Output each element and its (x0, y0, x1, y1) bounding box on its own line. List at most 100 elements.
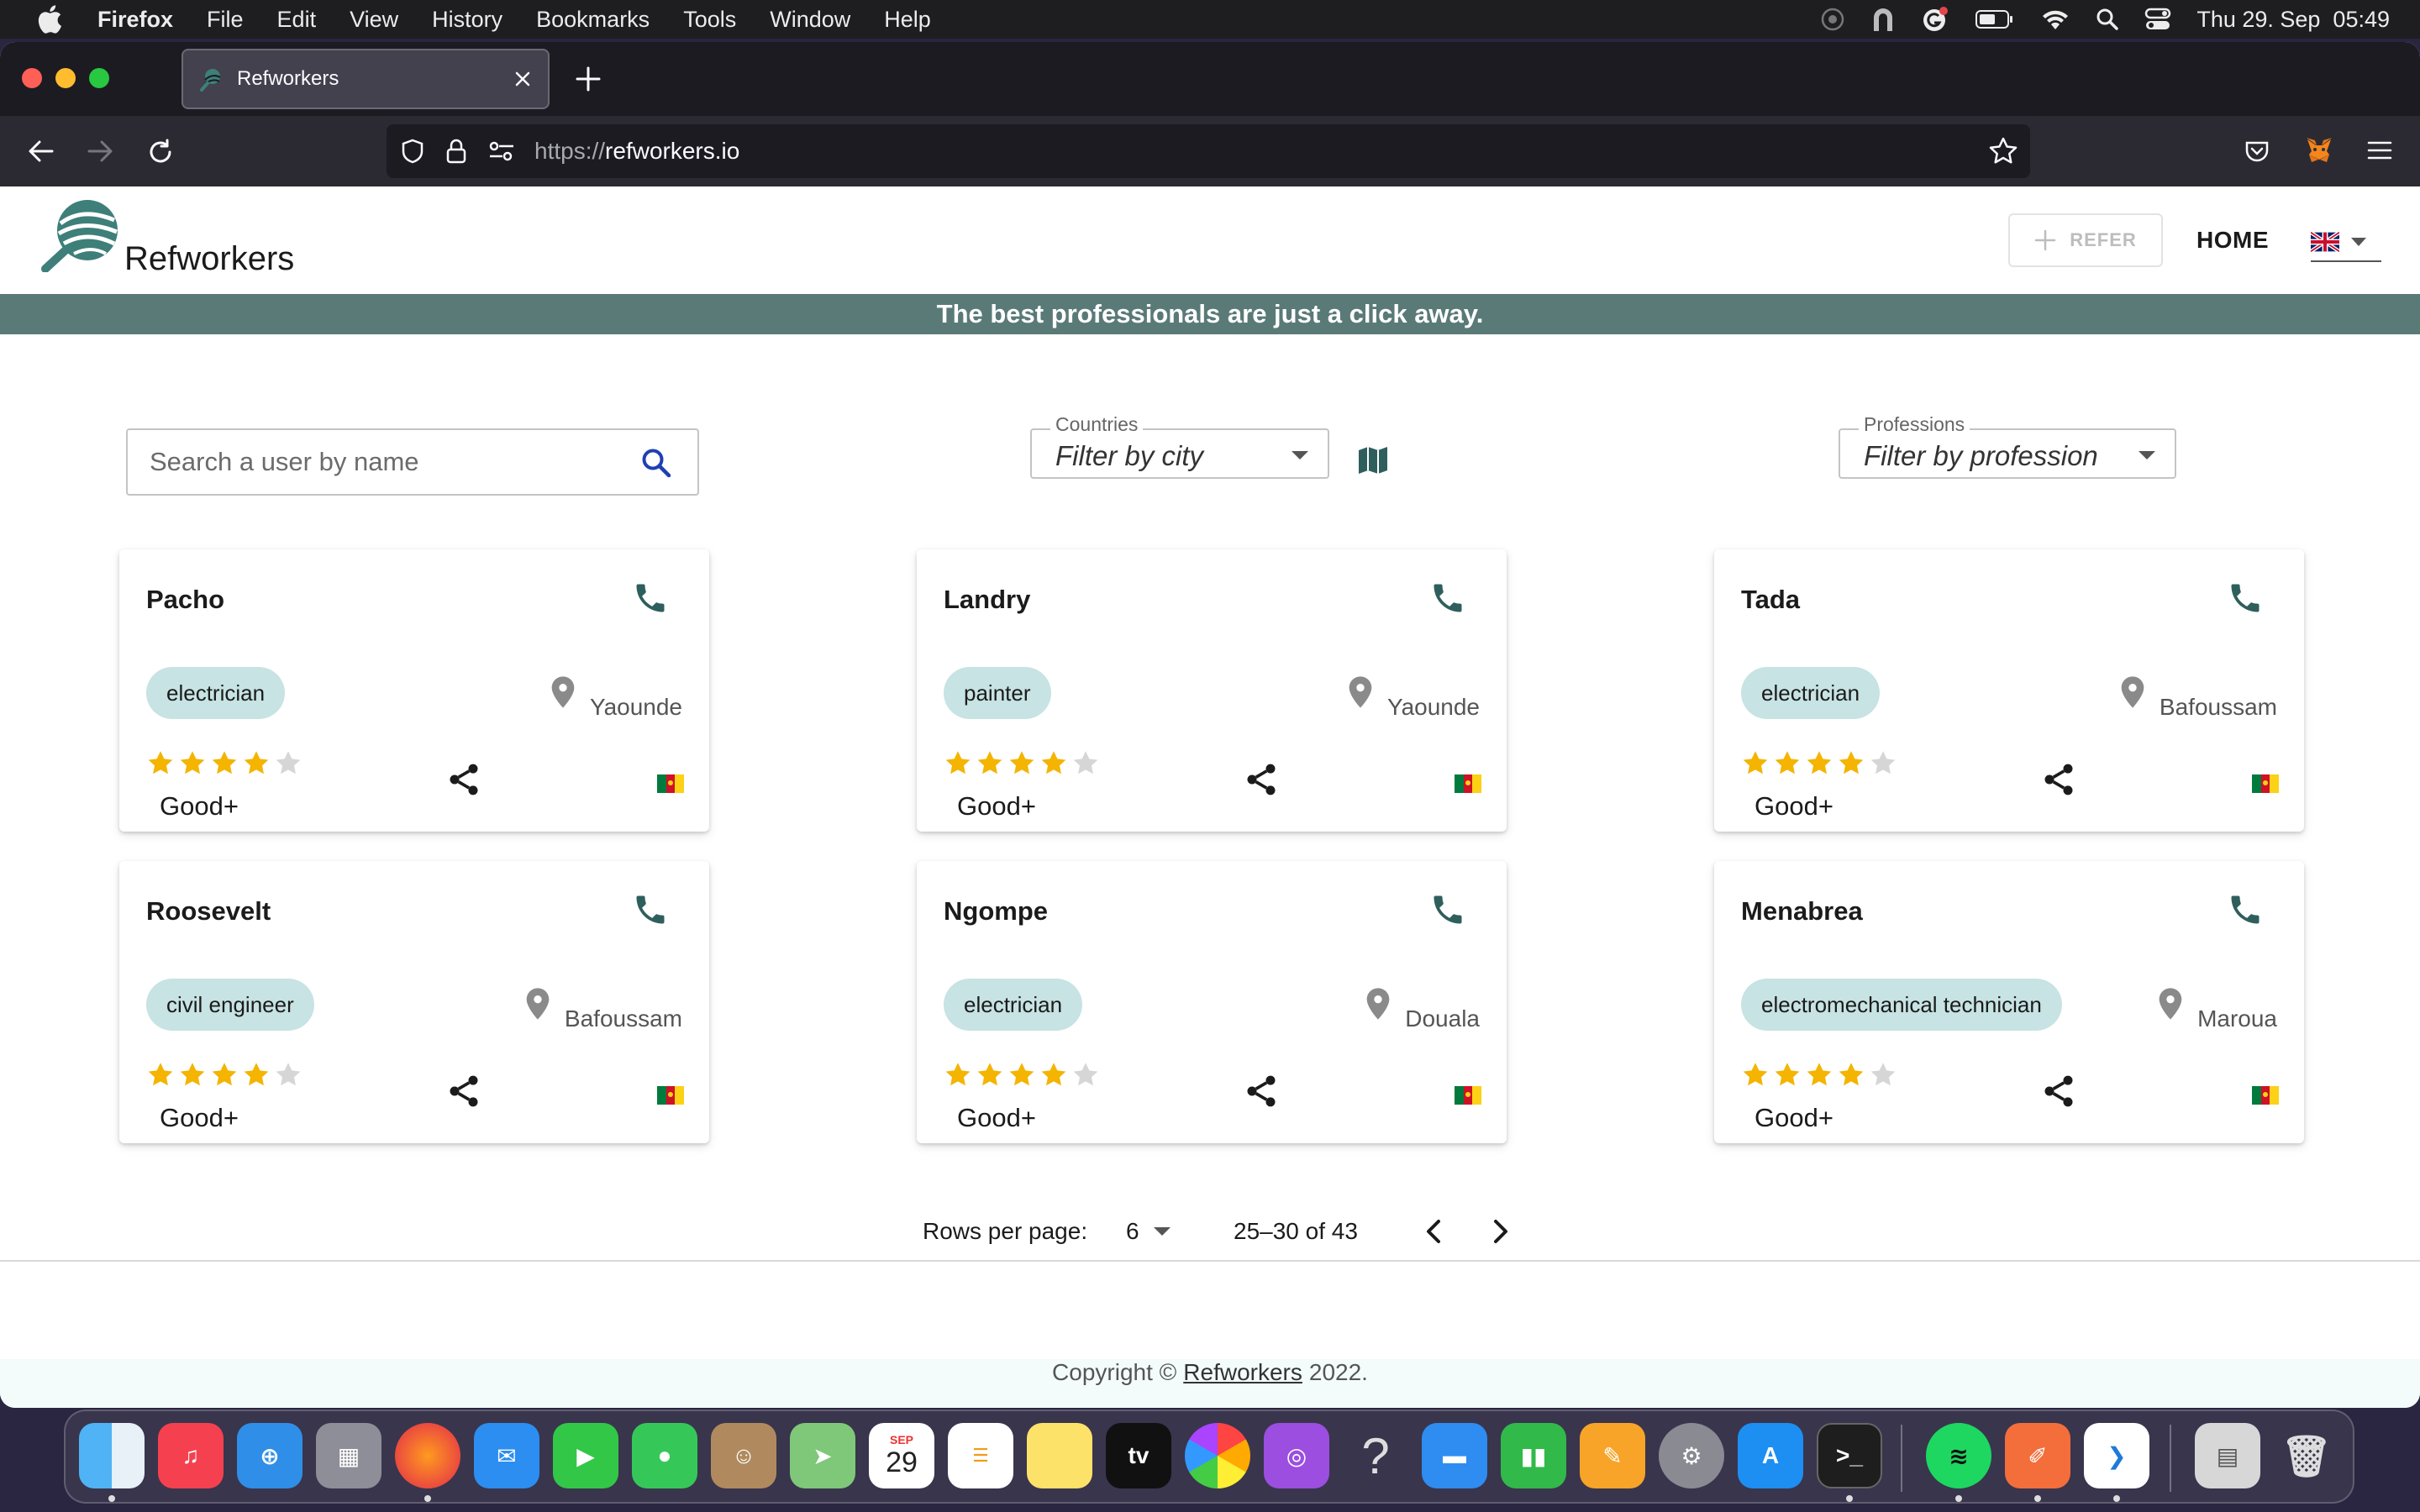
podcasts-icon[interactable]: ◎ (1264, 1423, 1329, 1488)
profession-filter-select[interactable]: Professions Filter by profession (1839, 413, 2176, 479)
trash-icon[interactable]: 🗑 (2274, 1423, 2339, 1488)
maps-icon[interactable]: ➤ (790, 1423, 855, 1488)
forward-arrow-icon[interactable] (86, 138, 114, 165)
postman-icon[interactable]: ✐ (2005, 1423, 2070, 1488)
menu-help[interactable]: Help (884, 7, 931, 33)
messages-icon[interactable]: ● (632, 1423, 697, 1488)
phone-icon[interactable] (1429, 891, 1466, 928)
search-icon[interactable] (640, 447, 672, 479)
home-link[interactable]: HOME (2196, 227, 2269, 254)
screen-record-icon[interactable] (1820, 7, 1845, 32)
phone-icon[interactable] (632, 580, 669, 617)
refer-button[interactable]: REFER (2008, 213, 2163, 267)
app-store-icon[interactable]: A (1738, 1423, 1803, 1488)
share-icon[interactable] (1243, 1073, 1280, 1110)
worker-card[interactable]: Pacho electrician Yaounde Good+ (119, 549, 709, 832)
battery-icon[interactable] (1975, 8, 2015, 30)
spotlight-search-icon[interactable] (2096, 8, 2119, 31)
reminders-icon[interactable]: ☰ (948, 1423, 1013, 1488)
rows-per-page-select[interactable]: 6 (1126, 1218, 1139, 1245)
new-tab-plus-icon[interactable] (575, 66, 602, 92)
calendar-icon[interactable]: SEP 29 (869, 1423, 934, 1488)
pocket-icon[interactable] (2244, 138, 2270, 165)
brand-name[interactable]: Refworkers (124, 240, 294, 278)
share-icon[interactable] (1243, 761, 1280, 798)
worker-name[interactable]: Roosevelt (146, 896, 271, 927)
menu-window[interactable]: Window (770, 7, 850, 33)
profession-chip[interactable]: electrician (146, 667, 286, 719)
language-selector[interactable] (2311, 223, 2381, 262)
map-icon[interactable] (1356, 444, 1390, 477)
metamask-fox-icon[interactable] (2304, 134, 2334, 165)
system-preferences-icon[interactable]: ⚙ (1659, 1423, 1724, 1488)
minimize-window-button[interactable] (55, 68, 76, 88)
worker-card[interactable]: Landry painter Yaounde Good+ (917, 549, 1507, 832)
address-bar[interactable]: https://refworkers.io (387, 124, 2030, 178)
url-text[interactable]: https://refworkers.io (534, 138, 739, 165)
finder-icon[interactable] (79, 1423, 145, 1488)
refworkers-logo-icon[interactable] (40, 195, 124, 272)
worker-name[interactable]: Pacho (146, 585, 224, 615)
spotify-icon[interactable]: ≋ (1926, 1423, 1991, 1488)
profession-chip[interactable]: electrician (1741, 667, 1881, 719)
menu-edit[interactable]: Edit (277, 7, 317, 33)
worker-name[interactable]: Menabrea (1741, 896, 1863, 927)
profession-chip[interactable]: civil engineer (146, 979, 314, 1031)
city-filter-select[interactable]: Countries Filter by city (1030, 413, 1329, 479)
downloads-stack-icon[interactable]: ▤ (2195, 1423, 2260, 1488)
bookmark-star-icon[interactable] (1988, 136, 2018, 166)
launchpad-icon[interactable]: ▦ (316, 1423, 381, 1488)
help-icon[interactable]: ? (1343, 1423, 1408, 1488)
share-icon[interactable] (2040, 1073, 2077, 1110)
back-arrow-icon[interactable] (27, 138, 55, 165)
keynote-icon[interactable]: ▬ (1422, 1423, 1487, 1488)
search-input[interactable] (150, 447, 620, 477)
reload-icon[interactable] (146, 138, 175, 166)
menu-bookmarks[interactable]: Bookmarks (536, 7, 650, 33)
pages-icon[interactable]: ✎ (1580, 1423, 1645, 1488)
search-user-field[interactable] (126, 428, 699, 496)
apple-icon[interactable] (30, 0, 69, 39)
hamburger-menu-icon[interactable] (2366, 138, 2393, 163)
wifi-icon[interactable] (2040, 8, 2070, 31)
phone-icon[interactable] (2227, 891, 2264, 928)
vpn-icon[interactable] (1870, 6, 1896, 33)
grammarly-icon[interactable] (1921, 5, 1949, 34)
photos-icon[interactable] (1185, 1423, 1250, 1488)
share-icon[interactable] (445, 761, 482, 798)
menu-history[interactable]: History (432, 7, 502, 33)
contacts-icon[interactable]: ☺ (711, 1423, 776, 1488)
next-page-icon[interactable] (1486, 1215, 1516, 1248)
profession-chip[interactable]: electromechanical technician (1741, 979, 2062, 1031)
close-tab-icon[interactable] (511, 67, 534, 91)
worker-name[interactable]: Tada (1741, 585, 1800, 615)
apple-tv-icon[interactable]: tv (1106, 1423, 1171, 1488)
notes-icon[interactable] (1027, 1423, 1092, 1488)
browser-tab-refworkers[interactable]: Refworkers (182, 49, 550, 109)
zoom-window-button[interactable] (89, 68, 109, 88)
vscode-icon[interactable]: ❯ (2084, 1423, 2149, 1488)
facetime-icon[interactable]: ▶ (553, 1423, 618, 1488)
menu-tools[interactable]: Tools (683, 7, 736, 33)
terminal-icon[interactable]: >_ (1817, 1423, 1882, 1488)
worker-name[interactable]: Landry (944, 585, 1030, 615)
menu-app-name[interactable]: Firefox (97, 7, 173, 33)
permissions-icon[interactable] (487, 139, 516, 164)
firefox-icon[interactable] (395, 1423, 460, 1488)
profession-chip[interactable]: electrician (944, 979, 1083, 1031)
tracking-shield-icon[interactable] (400, 138, 425, 165)
close-window-button[interactable] (22, 68, 42, 88)
previous-page-icon[interactable] (1418, 1215, 1449, 1248)
menu-file[interactable]: File (207, 7, 244, 33)
share-icon[interactable] (445, 1073, 482, 1110)
menubar-clock[interactable]: Thu 29. Sep 05:49 (2196, 7, 2390, 33)
menu-view[interactable]: View (350, 7, 398, 33)
mail-icon[interactable]: ✉ (474, 1423, 539, 1488)
rows-dropdown-caret-icon[interactable] (1153, 1226, 1171, 1236)
worker-card[interactable]: Tada electrician Bafoussam Good+ (1714, 549, 2304, 832)
phone-icon[interactable] (1429, 580, 1466, 617)
phone-icon[interactable] (2227, 580, 2264, 617)
share-icon[interactable] (2040, 761, 2077, 798)
lock-icon[interactable] (445, 138, 467, 165)
worker-card[interactable]: Roosevelt civil engineer Bafoussam Good+ (119, 861, 709, 1143)
